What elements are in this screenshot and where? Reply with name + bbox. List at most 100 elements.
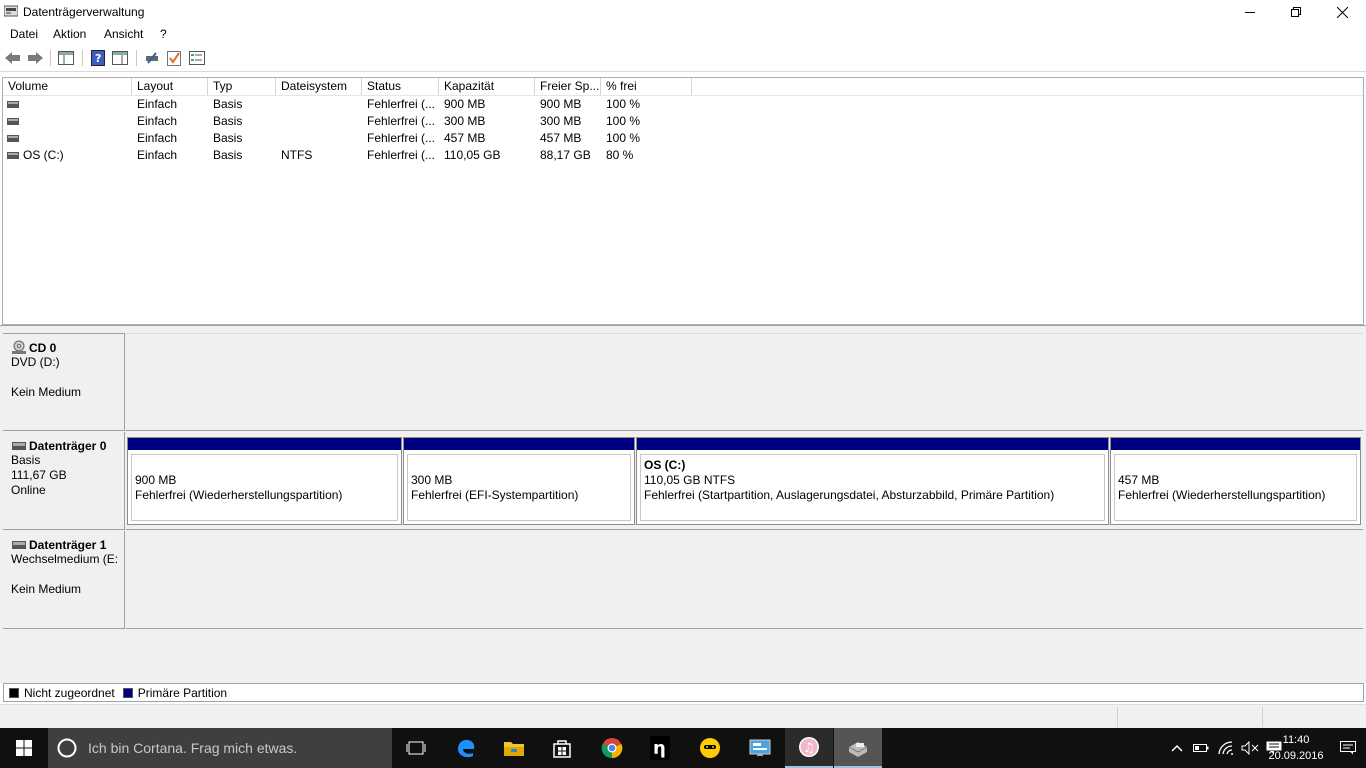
partition-os-c[interactable]: OS (C:) 110,05 GB NTFS Fehlerfrei (Start…: [636, 437, 1109, 525]
taskbar-disk-management[interactable]: [834, 728, 882, 768]
show-hide-console-tree-button[interactable]: [57, 49, 75, 67]
task-view-button[interactable]: [392, 728, 440, 768]
partition-size: 300 MB: [411, 473, 453, 487]
disk-management-app-icon: [4, 5, 18, 17]
speaker-muted-icon: [1241, 741, 1259, 755]
cell-layout: Einfach: [137, 131, 178, 145]
toolbar: ?: [0, 44, 1366, 72]
help-button[interactable]: ?: [89, 49, 107, 67]
forward-button[interactable]: [26, 49, 44, 67]
network-button[interactable]: [1214, 728, 1238, 768]
cell-layout: Einfach: [137, 148, 178, 162]
notification-icon: [1340, 741, 1356, 755]
disk-body-disk1: [126, 531, 1363, 629]
disk-body-cd0: [126, 333, 1363, 431]
n-app-icon: η: [650, 736, 670, 760]
cd-drive-icon: [12, 340, 26, 354]
taskbar-file-explorer[interactable]: [490, 728, 538, 768]
partition-title: OS (C:): [644, 458, 686, 472]
cell-freier-speicher: 900 MB: [540, 97, 582, 111]
svg-text:♫: ♫: [803, 741, 815, 756]
show-action-pane-button[interactable]: [111, 49, 129, 67]
properties-button[interactable]: [188, 49, 206, 67]
table-row[interactable]: Einfach Basis Fehlerfrei (... 900 MB 900…: [3, 96, 1363, 113]
menu-help[interactable]: ?: [160, 27, 167, 41]
partition-title: [411, 458, 630, 473]
menu-aktion[interactable]: Aktion: [53, 27, 86, 41]
partition-status: Fehlerfrei (Wiederherstellungspartition): [1118, 488, 1326, 502]
table-row[interactable]: Einfach Basis Fehlerfrei (... 300 MB 300…: [3, 113, 1363, 130]
start-button[interactable]: [0, 728, 48, 768]
cortana-search-box[interactable]: Ich bin Cortana. Frag mich etwas.: [48, 728, 392, 768]
disk-label-disk1[interactable]: Datenträger 1 Wechselmedium (E: Kein Med…: [3, 531, 125, 629]
column-header-status[interactable]: Status: [362, 78, 439, 95]
removable-disk-icon: [12, 540, 26, 549]
help-icon: ?: [91, 50, 105, 66]
column-header-typ[interactable]: Typ: [208, 78, 276, 95]
partition-title: [135, 458, 397, 473]
battery-button[interactable]: [1190, 728, 1212, 768]
cell-prozent-frei: 100 %: [606, 97, 641, 111]
clock-date: 20.09.2016: [1268, 750, 1324, 762]
partition-recovery-2[interactable]: 457 MB Fehlerfrei (Wiederherstellungspar…: [1110, 437, 1361, 525]
disk-label-cd0[interactable]: CD 0 DVD (D:) Kein Medium: [3, 333, 125, 431]
minimize-button[interactable]: [1227, 0, 1273, 24]
window-title: Datenträgerverwaltung: [23, 5, 145, 19]
disk-label-disk0[interactable]: Datenträger 0 Basis 111,67 GB Online: [3, 432, 125, 530]
toolbar-separator: [136, 50, 137, 66]
menu-ansicht[interactable]: Ansicht: [104, 27, 143, 41]
checklist-icon: [167, 51, 181, 66]
cortana-icon: [57, 738, 77, 758]
primary-partition-bar: [404, 438, 634, 450]
disk-type-cd0: DVD (D:): [11, 355, 60, 369]
cell-freier-speicher: 457 MB: [540, 131, 582, 145]
disk-status-disk0: Online: [11, 483, 46, 497]
cell-typ: Basis: [213, 148, 243, 162]
close-button[interactable]: [1319, 0, 1365, 24]
console-tree-icon: [58, 51, 74, 65]
cell-status: Fehlerfrei (...: [367, 114, 436, 128]
chevron-up-icon: [1171, 744, 1183, 752]
status-bar: [0, 704, 1366, 728]
column-header-volume[interactable]: Volume: [3, 78, 132, 95]
back-button[interactable]: [4, 49, 22, 67]
taskbar-chrome[interactable]: [588, 728, 636, 768]
disk-type-disk0: Basis: [11, 453, 41, 467]
cell-typ: Basis: [213, 97, 243, 111]
partition-size: 900 MB: [135, 473, 177, 487]
column-header-prozent-frei[interactable]: % frei: [601, 78, 692, 95]
taskbar-itunes[interactable]: ♫: [785, 728, 833, 768]
taskbar-cyberghost[interactable]: [686, 728, 734, 768]
cell-kapazitaet: 110,05 GB: [444, 148, 501, 162]
action-center-button[interactable]: [1330, 728, 1366, 768]
taskbar-store[interactable]: [538, 728, 586, 768]
partition-efi[interactable]: 300 MB Fehlerfrei (EFI-Systempartition): [403, 437, 635, 525]
column-header-freier-speicher[interactable]: Freier Sp...: [535, 78, 601, 95]
disk-connect-icon: [146, 52, 158, 64]
taskbar-clock[interactable]: 11:40 20.09.2016: [1268, 732, 1324, 764]
cell-prozent-frei: 80 %: [606, 148, 634, 162]
taskbar-n-app[interactable]: η: [636, 728, 684, 768]
properties-icon: [189, 51, 205, 65]
wifi-icon: [1218, 741, 1233, 755]
volume-button[interactable]: [1238, 728, 1262, 768]
taskbar-edge[interactable]: [442, 728, 490, 768]
show-hidden-icons-button[interactable]: [1166, 728, 1188, 768]
column-header-dateisystem[interactable]: Dateisystem: [276, 78, 362, 95]
checklist-button[interactable]: [165, 49, 183, 67]
connect-disk-button[interactable]: [143, 49, 161, 67]
menu-datei[interactable]: Datei: [10, 27, 38, 41]
partition-size: 110,05 GB NTFS: [644, 473, 736, 487]
partition-recovery-1[interactable]: 900 MB Fehlerfrei (Wiederherstellungspar…: [127, 437, 402, 525]
column-header-layout[interactable]: Layout: [132, 78, 208, 95]
taskbar-control-panel[interactable]: [736, 728, 784, 768]
column-header-kapazitaet[interactable]: Kapazität: [439, 78, 535, 95]
task-view-icon: [406, 741, 426, 755]
restore-button[interactable]: [1273, 0, 1319, 24]
table-row[interactable]: Einfach Basis Fehlerfrei (... 457 MB 457…: [3, 130, 1363, 147]
disk-management-icon: [848, 742, 868, 757]
disk-name-disk0: Datenträger 0: [29, 438, 107, 453]
clock-time: 11:40: [1282, 734, 1310, 746]
table-row[interactable]: OS (C:) Einfach Basis NTFS Fehlerfrei (.…: [3, 147, 1363, 164]
cyberghost-icon: [700, 738, 720, 758]
